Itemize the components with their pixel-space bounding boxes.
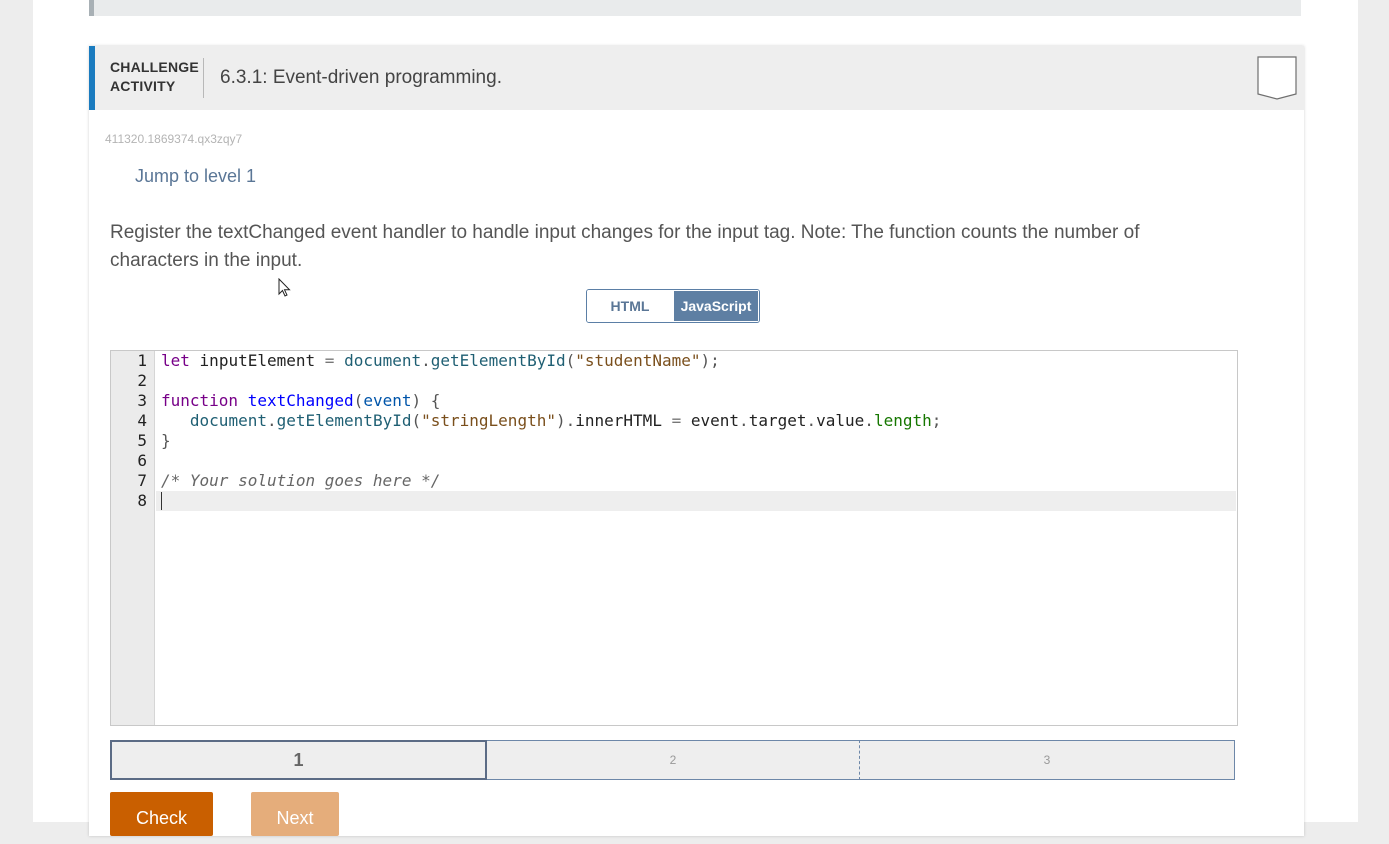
line-number: 4 <box>111 411 147 431</box>
tab-javascript[interactable]: JavaScript <box>673 290 759 322</box>
activity-type-line2: ACTIVITY <box>110 77 199 96</box>
header-divider <box>203 58 204 98</box>
mouse-pointer-icon <box>278 278 292 298</box>
activity-type-line1: CHALLENGE <box>110 58 199 77</box>
instructions-text: Register the textChanged event handler t… <box>110 219 1200 275</box>
check-button[interactable]: Check <box>110 792 213 836</box>
code-editor[interactable]: 1 2 3 4 5 6 7 8 let inputElement = docum… <box>110 350 1238 726</box>
code-line: /* Your solution goes here */ <box>161 471 440 491</box>
code-line: } <box>161 431 171 451</box>
challenge-activity-card: CHALLENGE ACTIVITY 6.3.1: Event-driven p… <box>89 46 1304 836</box>
code-line: let inputElement = document.getElementBy… <box>161 351 720 371</box>
active-line-highlight <box>156 491 1236 511</box>
activity-title: 6.3.1: Event-driven programming. <box>220 67 502 89</box>
completion-badge-icon <box>1257 56 1297 100</box>
next-button[interactable]: Next <box>251 792 339 836</box>
previous-activity-strip <box>89 0 1301 16</box>
level-1-segment[interactable]: 1 <box>110 740 487 780</box>
line-number: 2 <box>111 371 147 391</box>
line-number: 5 <box>111 431 147 451</box>
level-2-segment[interactable]: 2 <box>487 740 860 780</box>
code-line: document.getElementById("stringLength").… <box>161 411 941 431</box>
level-3-segment[interactable]: 3 <box>860 740 1235 780</box>
line-number: 3 <box>111 391 147 411</box>
jump-to-level-link[interactable]: Jump to level 1 <box>135 166 256 187</box>
level-progress-bar: 1 2 3 <box>110 740 1235 780</box>
line-number-gutter: 1 2 3 4 5 6 7 8 <box>111 351 155 725</box>
tab-html[interactable]: HTML <box>587 290 673 322</box>
activity-header: CHALLENGE ACTIVITY 6.3.1: Event-driven p… <box>89 46 1304 110</box>
line-number: 1 <box>111 351 147 371</box>
activity-type-label: CHALLENGE ACTIVITY <box>110 58 199 96</box>
line-number: 6 <box>111 451 147 471</box>
language-tabs: HTML JavaScript <box>586 289 760 323</box>
text-cursor <box>161 492 162 510</box>
activity-id: 411320.1869374.qx3zqy7 <box>105 132 242 146</box>
line-number: 7 <box>111 471 147 491</box>
code-line: function textChanged(event) { <box>161 391 440 411</box>
line-number: 8 <box>111 491 147 511</box>
